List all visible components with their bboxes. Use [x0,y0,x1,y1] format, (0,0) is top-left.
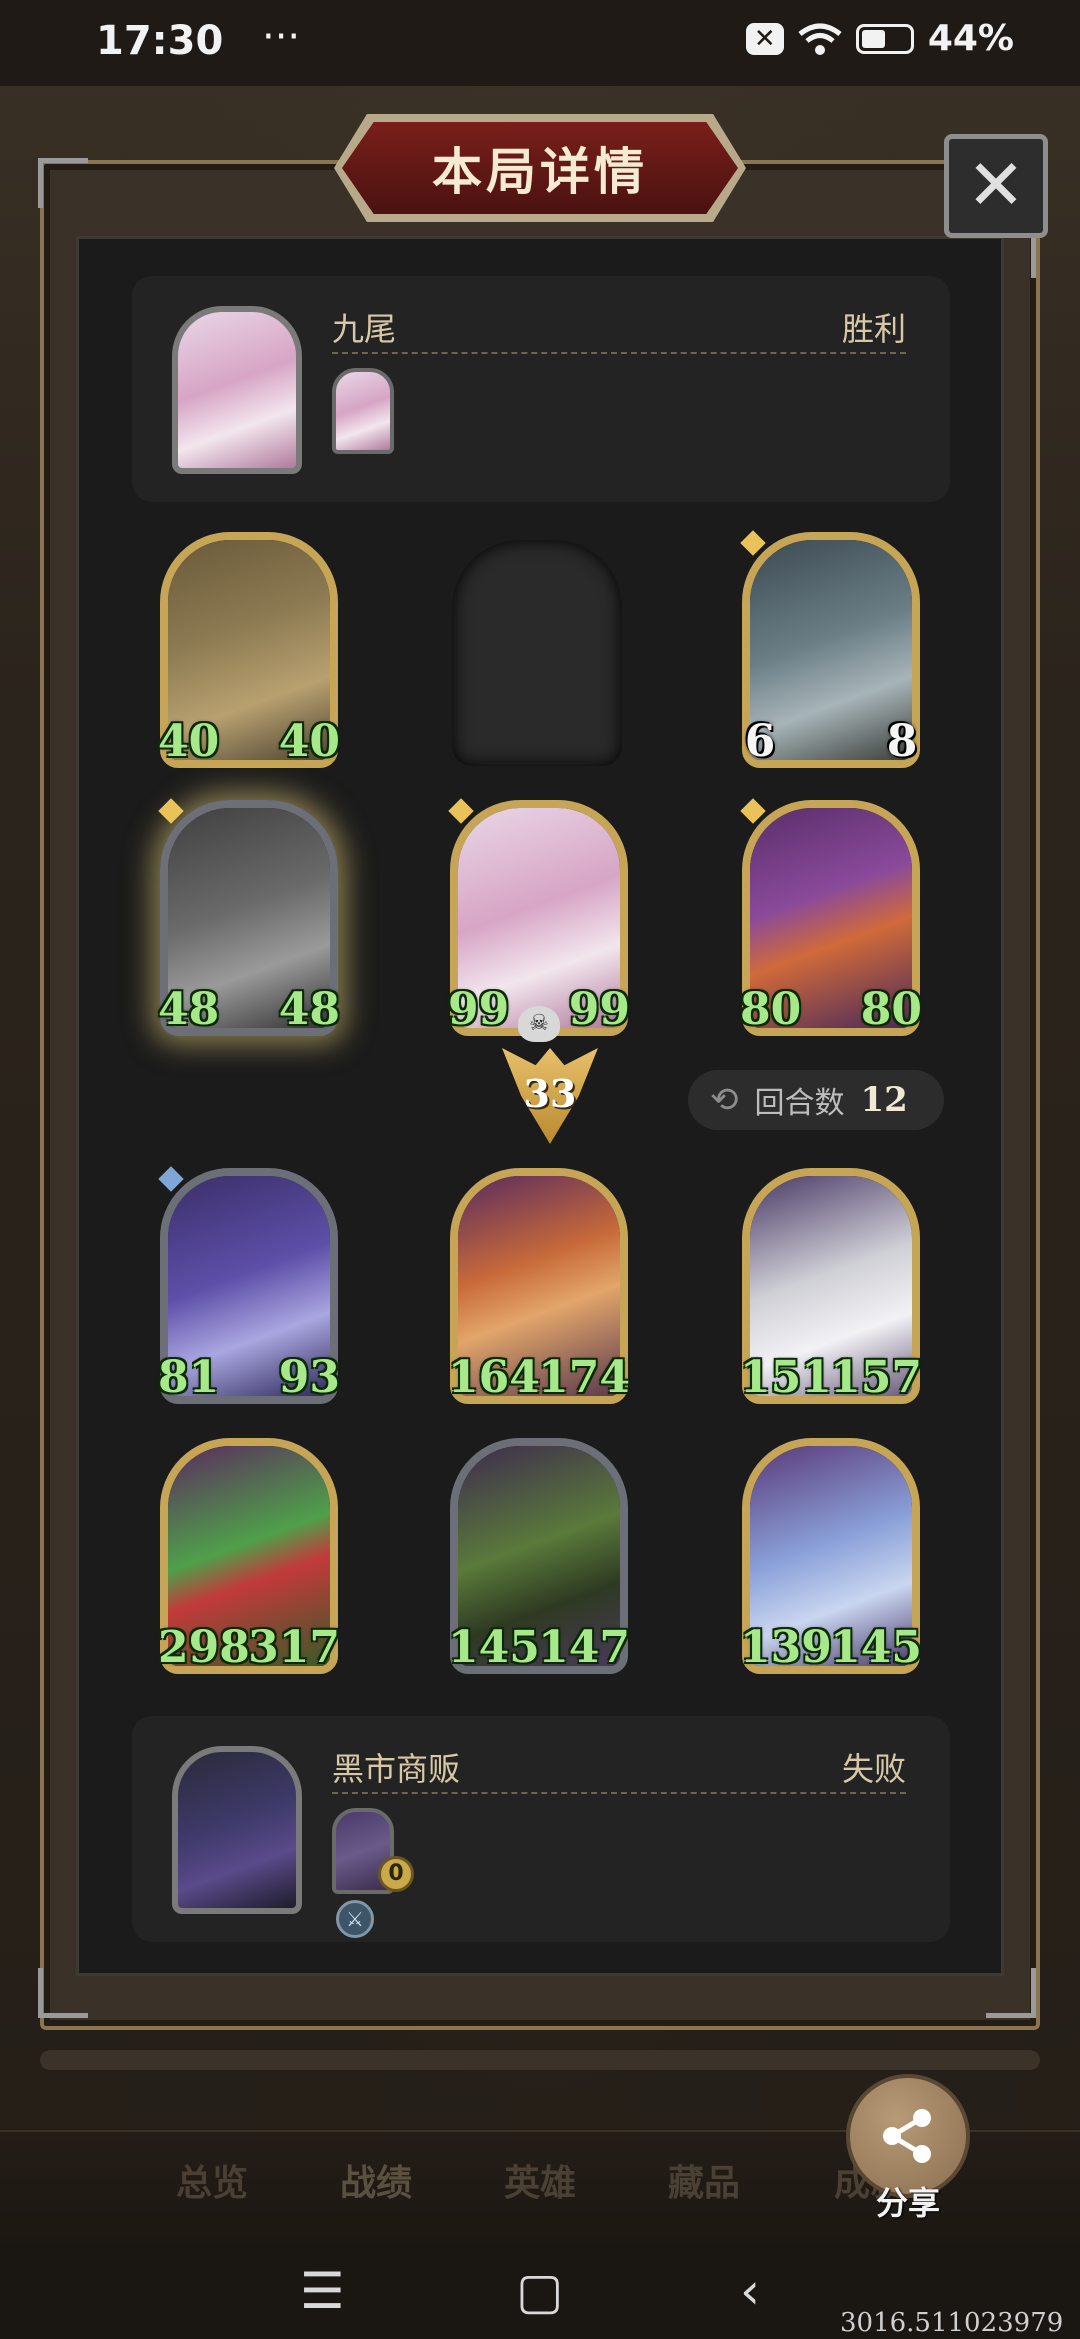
unit-card[interactable]: 81 93 [158,1166,340,1404]
wifi-icon [798,23,842,55]
battery-percent: 44% [927,18,1014,59]
unit-card[interactable]: 164 174 [448,1168,630,1404]
unit-health: 93 [275,1350,344,1406]
menu-icon[interactable]: ☰ [300,2262,345,2320]
empty-unit-slot [452,540,622,766]
unit-health: 80 [857,982,926,1038]
unit-attack: 145 [444,1620,544,1676]
tab-heroes[interactable]: 英雄 [504,2154,576,2206]
unit-attack: 298 [154,1620,254,1676]
coin-badge: 0 [378,1856,414,1892]
unit-card[interactable]: 298 317 [158,1438,340,1674]
player-name: 黑市商贩 [332,1750,461,1788]
unit-attack: 48 [154,982,223,1038]
match-result: 胜利 [841,310,906,348]
unit-card[interactable]: 151 157 [740,1168,922,1404]
unit-card[interactable]: 80 80 [740,798,922,1036]
unit-card[interactable]: 48 48 [158,798,340,1036]
tab-overview[interactable]: 总览 [176,2154,248,2206]
battery-icon [855,23,914,54]
status-bar: 17:30 ··· ✕ 44% [0,0,1080,86]
notification-x-icon: ✕ [745,22,784,55]
unit-health: 145 [826,1620,926,1676]
frame-corner [38,158,88,208]
modal-title: 本局详情 [432,143,648,201]
unit-attack: 81 [154,1350,223,1406]
frame-corner [986,1968,1036,2018]
title-banner: 本局详情 [342,122,738,214]
unit-health: 40 [275,714,344,770]
unit-attack: 40 [154,714,223,770]
unit-card[interactable]: 6 8 [740,530,920,768]
unit-card[interactable]: 40 40 [158,532,340,768]
frame-corner [38,1968,88,2018]
unit-card[interactable]: 145 147 [448,1438,630,1674]
player-name: 九尾 [332,310,397,348]
unit-health: 174 [534,1350,634,1406]
back-icon[interactable]: ‹ [740,2262,760,2320]
match-result: 失败 [841,1750,906,1788]
scroll-hint-bar [40,2050,1040,2070]
unit-attack: 6 [736,714,784,770]
round-label: 回合数 [754,1086,845,1121]
share-label: 分享 [876,2184,941,2222]
unit-attack: 99 [444,982,513,1038]
status-more-icon: ··· [262,14,301,60]
round-value: 12 [860,1080,908,1120]
watermark: 3016.511023979 [840,2308,1064,2338]
round-counter: ⟲ 回合数 12 [688,1070,944,1130]
unit-health: 157 [826,1350,926,1406]
status-time: 17:30 [96,18,224,64]
unit-attack: 164 [444,1350,544,1406]
tab-collection[interactable]: 藏品 [668,2154,740,2206]
unit-attack: 80 [736,982,805,1038]
close-icon: ✕ [966,144,1026,226]
mini-card[interactable] [332,368,394,454]
tab-records[interactable]: 战绩 [340,2154,412,2206]
hero-portrait[interactable] [172,1746,302,1914]
close-button[interactable]: ✕ [944,134,1048,238]
divider [332,352,906,354]
loser-panel: 黑市商贩 失败 0 ⚔ [132,1716,950,1942]
unit-health: 8 [878,714,926,770]
unit-health: 317 [244,1620,344,1676]
status-right: ✕ 44% [745,18,1014,59]
home-icon[interactable]: ▢ [516,2262,563,2320]
unit-health: 48 [275,982,344,1038]
unit-card[interactable]: 99 99 [448,798,630,1036]
share-icon [883,2109,931,2163]
unit-card[interactable]: 139 145 [740,1438,922,1674]
unit-health: 99 [565,982,634,1038]
skull-icon: ☠ [518,1006,560,1042]
divider [332,1792,906,1794]
damage-value: 33 [523,1070,577,1116]
unit-health: 147 [534,1620,634,1676]
unit-attack: 151 [736,1350,836,1406]
refresh-icon: ⟲ [710,1080,739,1120]
unit-attack: 139 [736,1620,836,1676]
hero-portrait[interactable] [172,306,302,474]
sword-icon[interactable]: ⚔ [336,1900,374,1938]
winner-panel: 九尾 胜利 [132,276,950,502]
